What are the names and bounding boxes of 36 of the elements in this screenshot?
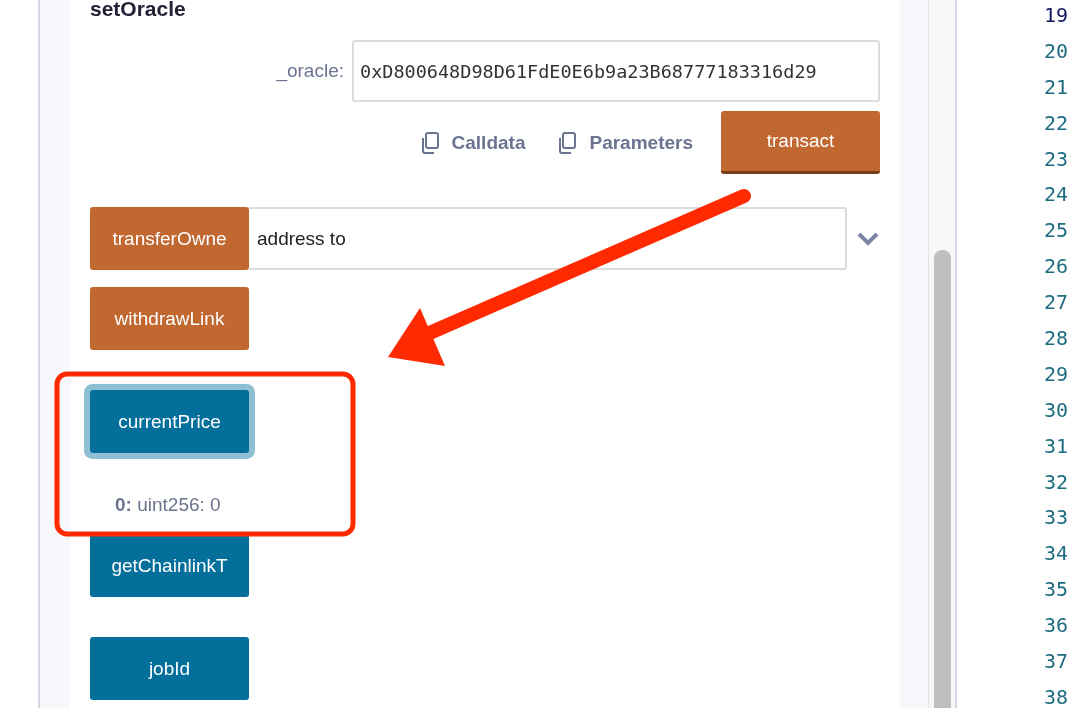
call-result: 0: uint256: 0	[115, 493, 222, 517]
line-number: 33	[1043, 504, 1068, 532]
line-number: 34	[1043, 540, 1068, 568]
line-number: 35	[1043, 576, 1068, 604]
copy-link[interactable]: Parameters	[553, 131, 697, 154]
function-button[interactable]: getChainlinkT	[90, 534, 249, 597]
line-number: 20	[1043, 37, 1068, 65]
copy-icon	[419, 131, 440, 154]
line-number: 21	[1043, 73, 1068, 101]
line-number: 23	[1043, 145, 1068, 173]
line-number: 19	[1043, 2, 1068, 29]
argument-field[interactable]: address to	[249, 207, 847, 270]
scrollbar-thumb[interactable]	[933, 250, 951, 708]
line-number: 26	[1043, 253, 1068, 281]
function-title: setOracle	[90, 0, 187, 22]
function-button[interactable]: jobId	[90, 637, 249, 700]
copy-link[interactable]: Calldata	[415, 131, 530, 154]
line-number: 37	[1043, 648, 1068, 676]
chevron-down-icon[interactable]	[857, 232, 879, 246]
copy-icon	[557, 131, 578, 154]
function-button[interactable]: transferOwne	[90, 207, 249, 270]
line-number: 24	[1043, 181, 1068, 209]
param-label: _oracle:	[276, 60, 344, 82]
line-number: 27	[1043, 289, 1068, 317]
line-number: 38	[1043, 683, 1068, 708]
line-number: 22	[1043, 109, 1068, 137]
line-number: 29	[1043, 360, 1068, 388]
line-number: 28	[1043, 325, 1068, 352]
line-number: 36	[1043, 612, 1068, 640]
line-number: 31	[1043, 432, 1068, 460]
address-field[interactable]: 0xD800648D98D61FdE0E6b9a23B68777183316d29	[352, 40, 880, 102]
line-number: 25	[1043, 217, 1068, 245]
transact-button[interactable]: transact	[721, 111, 880, 174]
function-button[interactable]: withdrawLink	[90, 287, 249, 350]
line-number: 32	[1043, 468, 1068, 496]
line-number: 30	[1043, 396, 1068, 424]
